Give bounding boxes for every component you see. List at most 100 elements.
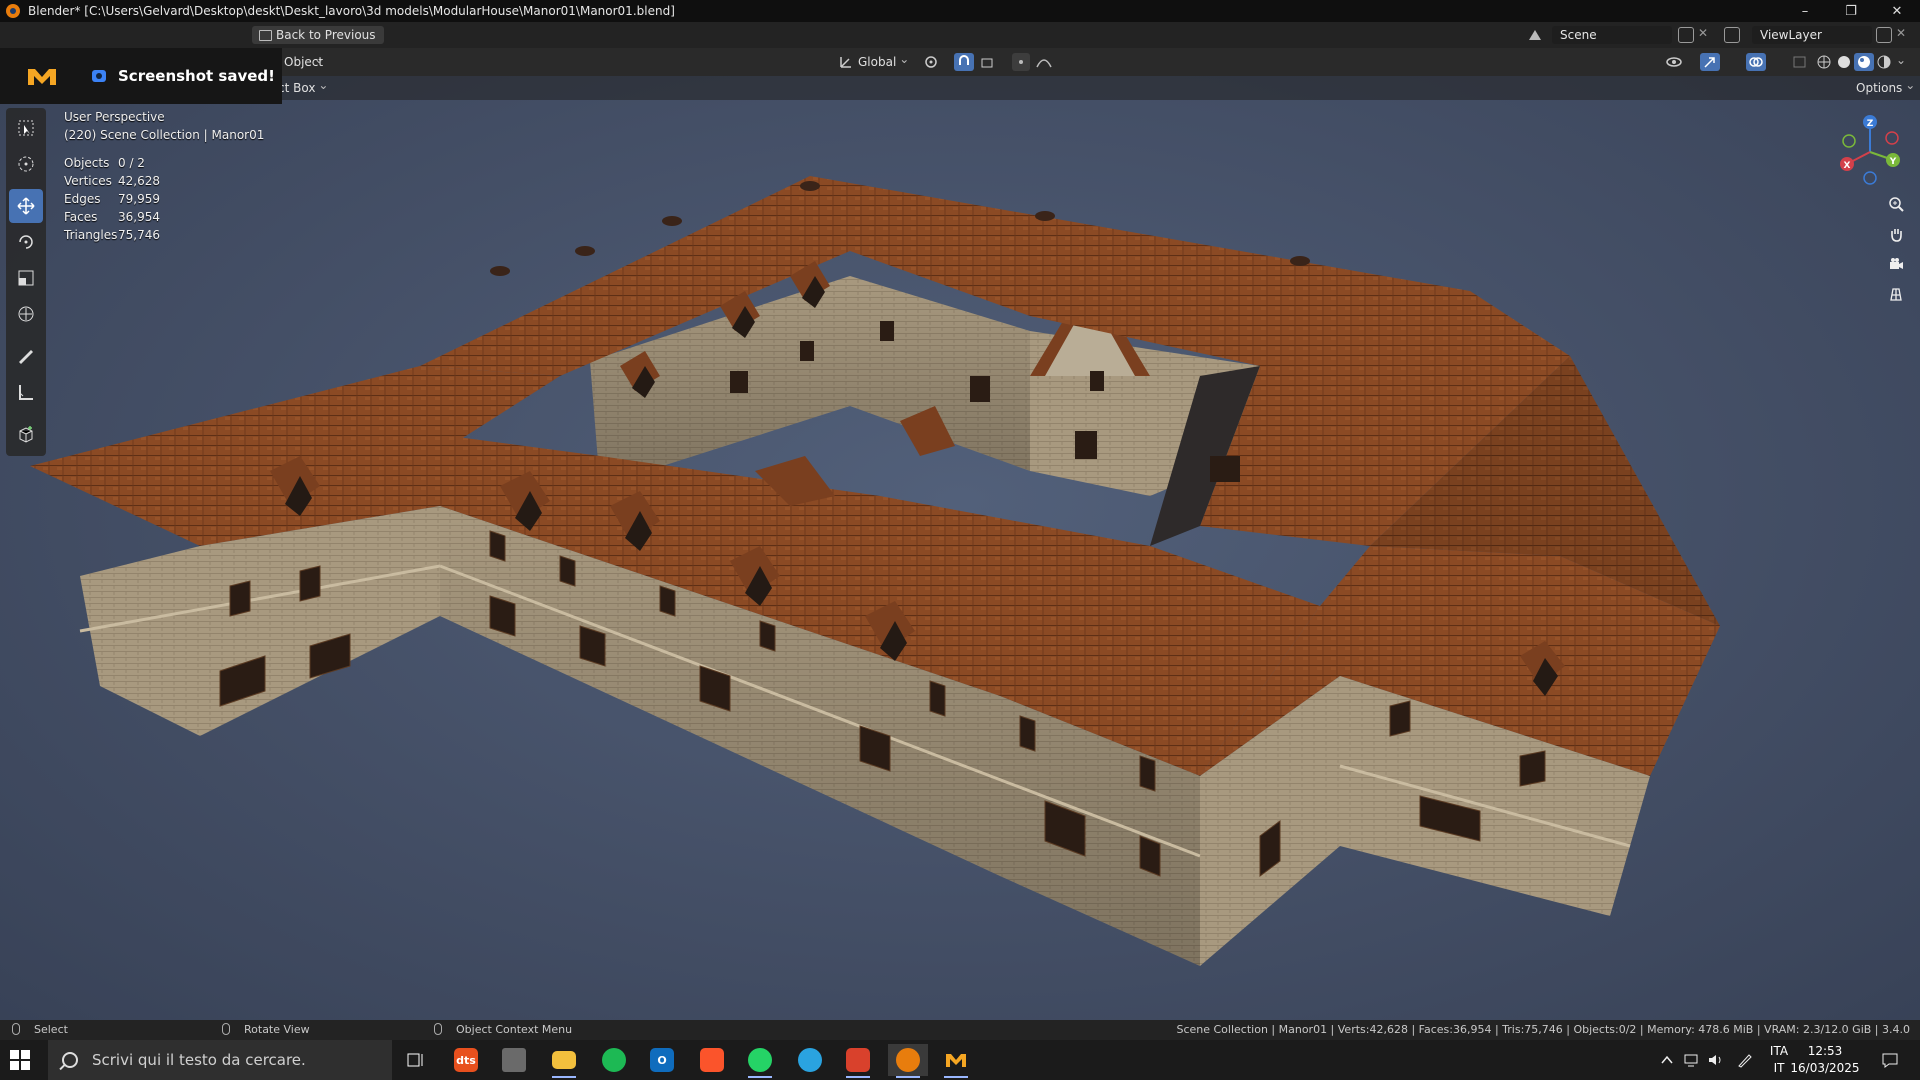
clock[interactable]: 12:53 16/03/2025 [1790, 1043, 1860, 1077]
delete-view-layer-icon[interactable]: ✕ [1896, 26, 1906, 40]
scene-statistics: Objects 0 / 2 Vertices 42,628 Edges 79,959 … [64, 154, 160, 244]
stat-row: Vertices 42,628 [64, 174, 160, 188]
new-scene-icon[interactable] [1678, 27, 1694, 43]
status-rotate-hint: Rotate View [222, 1023, 310, 1036]
overlays-toggle-icon[interactable] [1746, 53, 1766, 71]
back-to-previous-button[interactable]: Back to Previous [252, 26, 384, 44]
gizmo-x-label: X [1844, 161, 1851, 171]
viewport-tool-settings: ct Box Options [0, 75, 1920, 100]
telegram-icon[interactable] [790, 1044, 830, 1076]
pen-workspace-icon[interactable] [1732, 1040, 1758, 1080]
scene-field[interactable]: Scene [1552, 26, 1672, 44]
tray-overflow-icon[interactable] [1656, 1040, 1678, 1080]
navigation-gizmo[interactable]: Z Y X [1830, 112, 1910, 192]
status-select-hint: Select [12, 1023, 68, 1036]
search-placeholder: Scrivi qui il testo da cercare. [92, 1051, 306, 1069]
gizmo-toggle-icon[interactable] [1700, 53, 1720, 71]
network-icon[interactable] [1680, 1040, 1704, 1080]
proportional-editing-icon[interactable] [1012, 53, 1030, 71]
outlook-icon[interactable]: O [642, 1044, 682, 1076]
mouse-middle-icon [222, 1023, 230, 1035]
view-layer-field[interactable]: ViewLayer [1752, 26, 1872, 44]
app-logo-icon [28, 69, 56, 85]
m-app-taskbar-icon[interactable] [936, 1044, 976, 1078]
select-box-tool-icon[interactable] [9, 111, 43, 145]
viewport-info-overlay: User Perspective (220) Scene Collection … [64, 108, 264, 144]
windows-start-icon[interactable] [10, 1050, 30, 1070]
top-header: Back to Previous Scene ✕ ViewLayer ✕ [0, 22, 1920, 48]
mouse-left-icon [12, 1023, 20, 1035]
transform-tool-icon[interactable] [9, 297, 43, 331]
whatsapp-icon[interactable] [740, 1044, 780, 1078]
xray-toggle-icon[interactable] [1790, 53, 1810, 71]
status-context-hint: Object Context Menu [434, 1023, 572, 1036]
solid-shading-icon[interactable] [1834, 53, 1854, 71]
snap-target-icon[interactable] [978, 53, 998, 71]
status-scene-info: Scene Collection | Manor01 | Verts:42,62… [1176, 1023, 1910, 1036]
pivot-point-icon[interactable] [922, 53, 942, 71]
pan-hand-icon[interactable] [1882, 220, 1910, 248]
transform-orientation-dropdown[interactable]: Global [852, 49, 914, 72]
move-tool-icon[interactable] [9, 189, 43, 223]
view-layer-icon[interactable] [1724, 27, 1740, 43]
gizmo-z-label: Z [1867, 119, 1874, 129]
tool-shelf [6, 108, 46, 456]
spotify-icon[interactable] [594, 1044, 634, 1076]
new-view-layer-icon[interactable] [1876, 27, 1892, 43]
input-language[interactable]: ITA IT [1766, 1043, 1792, 1077]
camera-icon [92, 70, 106, 82]
viewport-header: Object Global ⌄ [0, 48, 1920, 76]
blender-logo-icon [6, 4, 20, 18]
dts-app-icon[interactable]: dts [446, 1044, 486, 1076]
file-explorer-icon[interactable] [544, 1044, 584, 1078]
camera-view-icon[interactable] [1882, 250, 1910, 278]
taskbar-search-box[interactable]: Scrivi qui il testo da cercare. [48, 1040, 392, 1080]
blender-taskbar-icon[interactable] [888, 1044, 928, 1078]
window-title: Blender* [C:\Users\Gelvard\Desktop\deskt… [28, 4, 675, 18]
stat-row: Edges 79,959 [64, 192, 160, 206]
scale-tool-icon[interactable] [9, 261, 43, 295]
scene-icon[interactable] [1526, 27, 1542, 43]
options-dropdown[interactable]: Options [1850, 75, 1920, 98]
volume-icon[interactable] [1704, 1040, 1728, 1080]
add-cube-tool-icon[interactable] [9, 417, 43, 451]
falloff-icon[interactable] [1034, 53, 1054, 71]
perspective-toggle-icon[interactable] [1882, 280, 1910, 308]
visibility-icon[interactable] [1664, 53, 1684, 71]
3d-viewport[interactable]: User Perspective (220) Scene Collection … [0, 76, 1920, 1020]
measure-tool-icon[interactable] [9, 375, 43, 409]
shading-options-chevron-icon[interactable]: ⌄ [1896, 53, 1906, 67]
annotate-tool-icon[interactable] [9, 339, 43, 373]
rotate-tool-icon[interactable] [9, 225, 43, 259]
restore-button[interactable]: ❐ [1828, 0, 1874, 22]
clock-time: 12:53 [1807, 1044, 1843, 1058]
window-titlebar: Blender* [C:\Users\Gelvard\Desktop\deskt… [0, 0, 1920, 22]
brave-beta-icon[interactable] [838, 1044, 878, 1078]
mode-menu[interactable]: Object [278, 49, 329, 72]
collection-label: (220) Scene Collection | Manor01 [64, 128, 265, 142]
task-view-icon[interactable] [396, 1044, 436, 1076]
brave-browser-icon[interactable] [692, 1044, 732, 1076]
material-preview-shading-icon[interactable] [1854, 53, 1874, 71]
clock-date: 16/03/2025 [1790, 1061, 1860, 1075]
toast-message: Screenshot saved! [118, 67, 276, 85]
gizmo-y-label: Y [1889, 157, 1897, 167]
notifications-icon[interactable] [1872, 1040, 1908, 1080]
store-app-icon[interactable] [494, 1044, 534, 1076]
windows-taskbar: Scrivi qui il testo da cercare. dts O IT… [0, 1040, 1920, 1080]
minimize-button[interactable]: – [1782, 0, 1828, 22]
mouse-right-icon [434, 1023, 442, 1035]
screenshot-toast: Screenshot saved! [0, 48, 282, 104]
status-bar: Select Rotate View Object Context Menu S… [0, 1020, 1920, 1040]
stat-row: Objects 0 / 2 [64, 156, 145, 170]
close-button[interactable]: ✕ [1874, 0, 1920, 22]
delete-scene-icon[interactable]: ✕ [1698, 26, 1708, 40]
manor-model-render [30, 176, 1720, 966]
cursor-tool-icon[interactable] [9, 147, 43, 181]
rendered-shading-icon[interactable] [1874, 53, 1894, 71]
wireframe-shading-icon[interactable] [1814, 53, 1834, 71]
stat-row: Faces 36,954 [64, 210, 160, 224]
snap-toggle-icon[interactable] [954, 53, 974, 71]
zoom-icon[interactable] [1882, 190, 1910, 218]
view-name: User Perspective [64, 110, 165, 124]
